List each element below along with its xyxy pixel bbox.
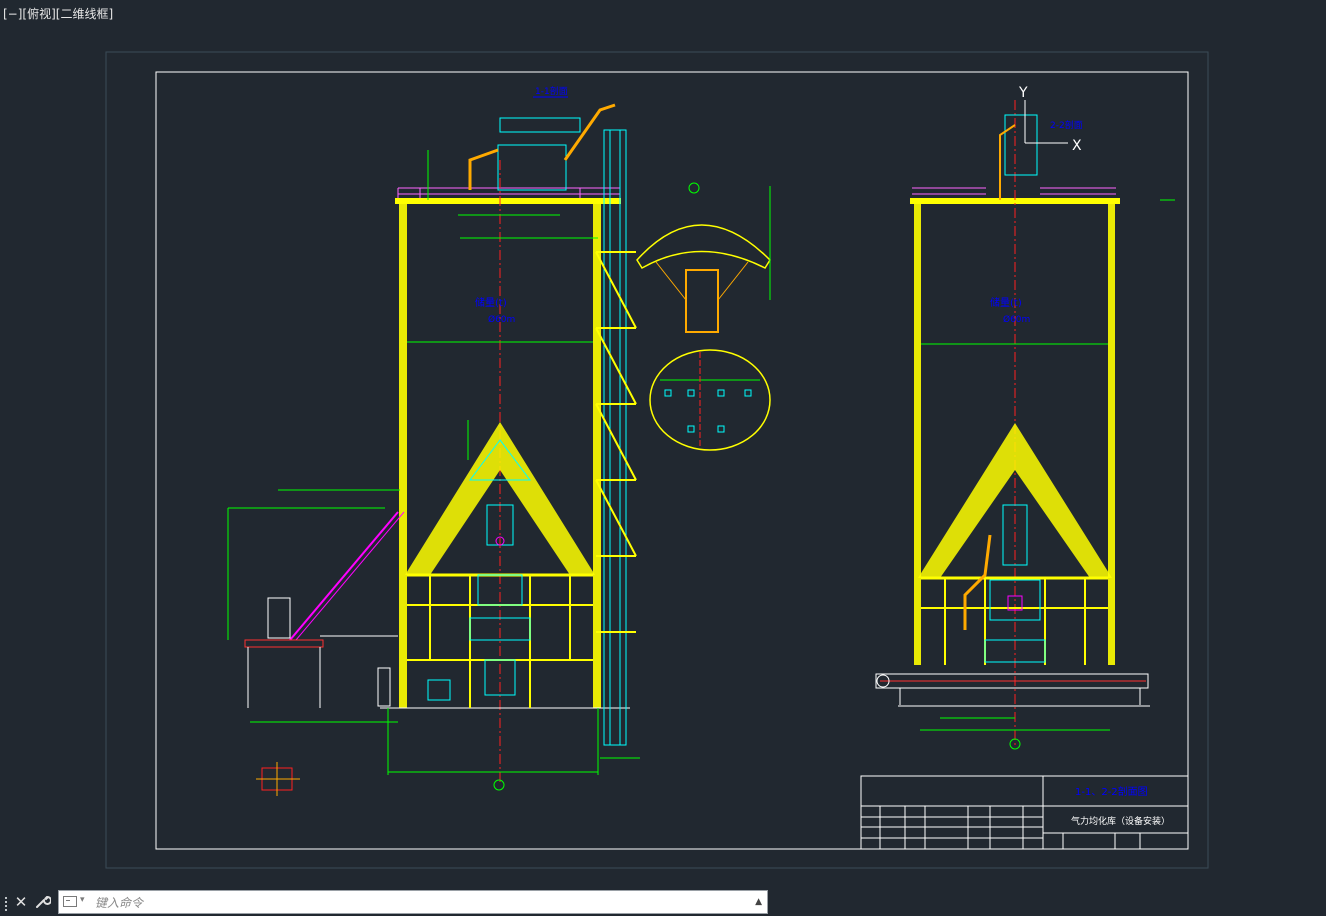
section-1-1: 1-1剖面 储量(t) Ø60m xyxy=(227,85,640,796)
ucs-x-axis-label: X xyxy=(1072,138,1082,154)
silo-b-railing xyxy=(912,187,1116,195)
title-block-sheet-title: 1-1、2-2剖面图 xyxy=(1075,785,1148,798)
detail-2 xyxy=(649,349,771,451)
close-icon[interactable]: ✕ xyxy=(12,893,30,911)
command-input-box[interactable]: ▾ ▲ xyxy=(58,890,768,914)
silo-a-roof xyxy=(395,198,621,204)
axis-1-marker-a xyxy=(493,779,505,791)
silo-a-inlet-pipe xyxy=(468,148,499,190)
bucket-elevator xyxy=(603,129,627,746)
wrench-icon[interactable] xyxy=(34,893,52,911)
section-1-1-dimensions xyxy=(227,150,640,775)
silo-a-left-wall xyxy=(399,203,407,708)
detail-1 xyxy=(636,182,771,333)
command-line-bar: ✕ ▾ ▲ xyxy=(0,889,1326,916)
legend-symbol xyxy=(256,762,300,796)
command-prompt-icon[interactable] xyxy=(63,896,77,907)
section-2-2-dimensions xyxy=(920,199,1175,731)
command-input[interactable] xyxy=(93,893,737,913)
section-2-2-title: 2-2剖面 xyxy=(1050,119,1083,131)
silo-b-top-pipe xyxy=(999,124,1016,200)
silo-a-equipment xyxy=(427,117,581,701)
title-block-project-name: 气力均化库（设备安装） xyxy=(1071,815,1170,827)
command-line-grip[interactable] xyxy=(3,895,9,911)
ucs-y-axis-label: Y xyxy=(1018,85,1028,101)
triangle-up-icon[interactable]: ▲ xyxy=(755,897,762,907)
silo-b-capacity: 储量(t) xyxy=(990,296,1022,309)
silo-b-diameter: Ø60m xyxy=(1003,314,1030,325)
elevator-platforms xyxy=(595,251,637,633)
section-2-2: 2-2剖面 储量(t) Ø60m Y X xyxy=(875,85,1175,750)
silo-a-capacity: 储量(t) xyxy=(475,296,507,309)
belt-conveyor xyxy=(875,673,1149,705)
silo-b-left-wall xyxy=(914,203,921,665)
section-1-1-title: 1-1剖面 xyxy=(535,85,568,97)
silo-b-right-wall xyxy=(1108,203,1115,665)
layout-boundary xyxy=(105,51,1209,869)
cad-drawing-canvas[interactable]: 1-1剖面 储量(t) Ø60m 2-2剖面 储量(t) Ø60m Y X 1-… xyxy=(0,0,1326,889)
silo-b-feed-chute xyxy=(963,534,992,630)
chevron-down-icon[interactable]: ▾ xyxy=(80,895,85,905)
silo-a-diameter: Ø60m xyxy=(488,314,515,325)
truck-loading-station xyxy=(244,511,405,708)
